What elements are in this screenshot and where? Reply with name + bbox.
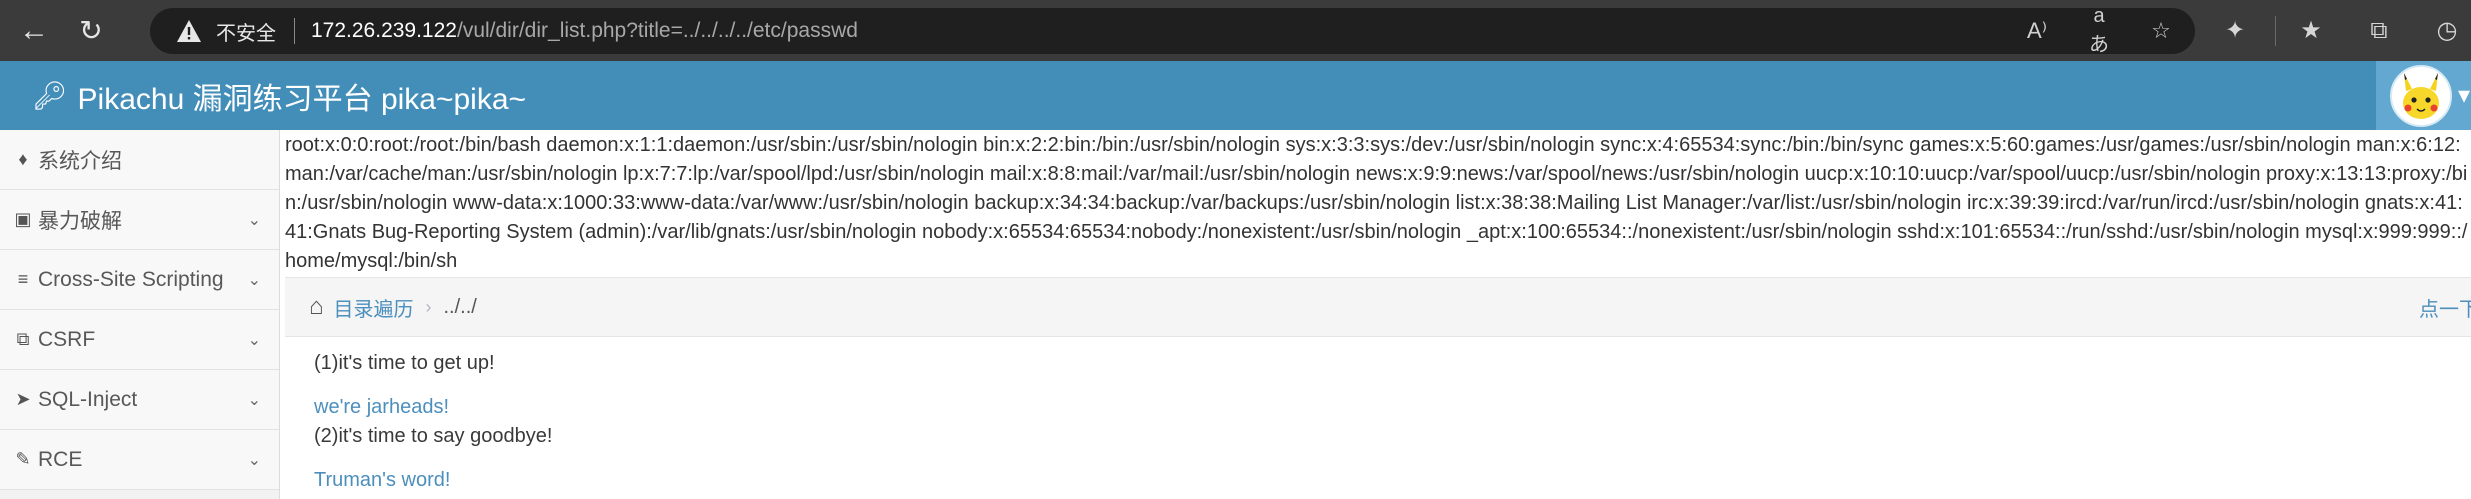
home-icon[interactable]: ⌂: [309, 293, 324, 321]
address-separator: [294, 18, 295, 44]
sidebar-item-sqli[interactable]: ➤ SQL-Inject ⌄: [0, 370, 279, 430]
breadcrumb-current: ../../: [443, 295, 477, 318]
pencil-icon: ✎: [15, 449, 31, 469]
url-path[interactable]: /vul/dir/dir_list.php?title=../../../../…: [457, 19, 858, 43]
share-icon: ⧉: [16, 329, 30, 349]
insecure-label[interactable]: 不安全: [216, 17, 276, 46]
chevron-down-icon[interactable]: ⌄: [248, 210, 261, 230]
app-title: Pikachu 漏洞练习平台 pika~pika~: [77, 82, 527, 116]
url-host[interactable]: 172.26.239.122: [311, 19, 457, 43]
chevron-down-icon[interactable]: ⌄: [248, 450, 261, 470]
fighter-icon: ➤: [15, 389, 31, 409]
lock-icon: ▣: [14, 209, 32, 229]
sidebar-item-label: RCE: [38, 447, 83, 471]
list-icon: ≡: [17, 269, 29, 289]
key-icon: 🔑︎: [32, 80, 68, 111]
history-icon[interactable]: ◷: [2432, 16, 2462, 45]
breadcrumb: ⌂ 目录遍历 › ../../ 点一下: [285, 277, 2471, 337]
tag-icon: ♦: [18, 149, 28, 169]
sidebar-item-label: Cross-Site Scripting: [38, 267, 224, 291]
sidebar-item-csrf[interactable]: ⧉ CSRF ⌄: [0, 310, 279, 370]
extensions-icon[interactable]: ✦: [2220, 16, 2250, 45]
sidebar-item-label: 系统介绍: [38, 149, 122, 173]
sidebar-item-rce[interactable]: ✎ RCE ⌄: [0, 430, 279, 490]
user-menu-caret-icon[interactable]: ▾: [2458, 81, 2470, 110]
link-jarheads[interactable]: we're jarheads!: [314, 396, 449, 419]
link-truman[interactable]: Truman's word!: [314, 469, 450, 492]
collections-icon[interactable]: ⧉: [2364, 17, 2394, 45]
breadcrumb-link-dir-traversal[interactable]: 目录遍历: [334, 293, 414, 322]
brand[interactable]: 🔑︎ Pikachu 漏洞练习平台 pika~pika~: [32, 74, 526, 118]
chevron-down-icon[interactable]: ⌄: [248, 390, 261, 410]
pikachu-avatar-icon: [2403, 72, 2439, 119]
sidebar-item-intro[interactable]: ♦ 系统介绍: [0, 130, 279, 190]
chevron-down-icon[interactable]: ⌄: [248, 330, 261, 350]
toolbar-divider: [2275, 16, 2276, 46]
sidebar: ♦ 系统介绍 ▣ 暴力破解 ⌄ ≡ Cross-Site Scripting ⌄…: [0, 130, 280, 499]
app-header: 🔑︎ Pikachu 漏洞练习平台 pika~pika~ ▾: [0, 61, 2471, 130]
avatar[interactable]: [2390, 64, 2452, 127]
translate-icon[interactable]: aあ: [2085, 5, 2113, 57]
line-1: (1)it's time to get up!: [314, 352, 495, 374]
warning-icon: [177, 20, 201, 42]
sidebar-item-label: CSRF: [38, 327, 96, 351]
read-aloud-icon[interactable]: A⁾: [2023, 18, 2051, 44]
chevron-down-icon[interactable]: ⌄: [248, 270, 261, 290]
sidebar-item-bruteforce[interactable]: ▣ 暴力破解 ⌄: [0, 190, 279, 250]
browser-toolbar: ← ↻ 不安全 172.26.239.122/vul/dir/dir_list.…: [0, 0, 2471, 61]
back-icon[interactable]: ←: [9, 6, 59, 56]
sidebar-item-label: SQL-Inject: [38, 387, 138, 411]
hint-link[interactable]: 点一下: [2419, 293, 2471, 322]
favorites-icon[interactable]: ★: [2296, 16, 2326, 45]
refresh-icon[interactable]: ↻: [66, 6, 116, 56]
line-2: (2)it's time to say goodbye!: [314, 425, 553, 447]
favorite-add-icon[interactable]: ☆: [2147, 18, 2175, 44]
sidebar-item-xss[interactable]: ≡ Cross-Site Scripting ⌄: [0, 250, 279, 310]
user-menu[interactable]: ▾: [2376, 61, 2471, 130]
address-bar[interactable]: 不安全 172.26.239.122/vul/dir/dir_list.php?…: [150, 5, 2195, 57]
sidebar-item-label: 暴力破解: [38, 209, 122, 233]
passwd-output: root:x:0:0:root:/root:/bin/bash daemon:x…: [285, 134, 2468, 272]
chevron-right-icon: ›: [425, 296, 432, 317]
